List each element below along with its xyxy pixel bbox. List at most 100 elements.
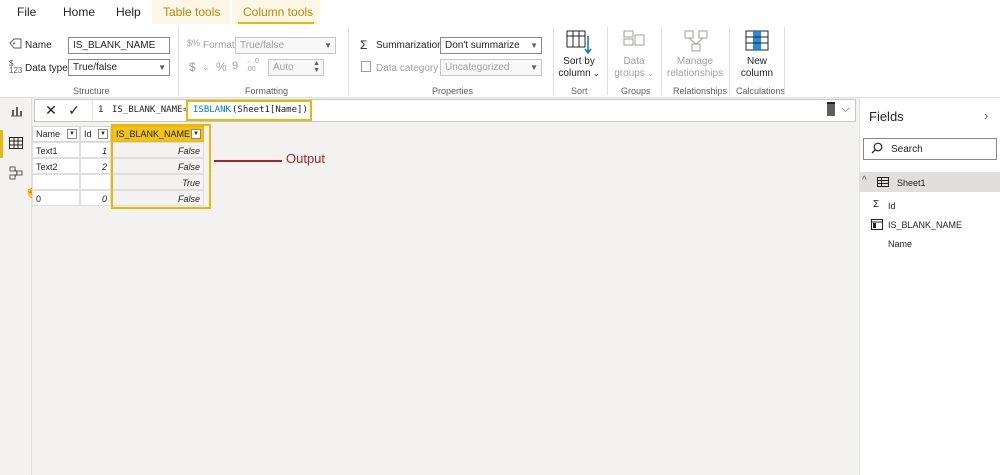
manage-relationships-icon[interactable] (684, 30, 708, 52)
report-view-icon[interactable] (10, 105, 23, 117)
collapse-pane-icon[interactable]: › (984, 108, 988, 123)
ribbon-separator (607, 27, 608, 95)
table-cell[interactable]: 0 (32, 190, 80, 206)
data-view-icon[interactable] (9, 137, 23, 149)
format-label: Format (203, 40, 235, 51)
column-header-name[interactable]: Name ▼ (32, 126, 80, 142)
column-header-id[interactable]: Id ▼ (80, 126, 111, 142)
calc-line2: column (740, 68, 774, 79)
spinner-icon: ▲ ▼ (313, 60, 320, 74)
comma-icon[interactable]: 9 (232, 60, 238, 72)
chevron-down-icon: ⌄ (590, 69, 600, 78)
fields-pane-title: Fields (869, 109, 904, 124)
ribbon-separator (729, 27, 730, 95)
format-select[interactable]: True/false ▼ (235, 37, 336, 54)
output-pointer-line (214, 160, 282, 162)
menu-table-tools[interactable]: Table tools (163, 5, 220, 19)
datatype-icon: $123 (9, 59, 23, 75)
menu-bar (0, 0, 1000, 24)
calc-line1: New (746, 56, 767, 67)
cancel-formula-icon[interactable]: ✕ (40, 102, 62, 120)
field-item-is-blank-name[interactable]: IS_BLANK_NAME (888, 220, 962, 230)
groups-group-label: Groups (621, 86, 651, 96)
formatting-group-label: Formatting (245, 86, 289, 96)
formula-highlight-box (186, 100, 312, 121)
datatype-label: Data type (25, 63, 68, 74)
sort-line1: Sort by (563, 56, 595, 67)
formula-column-name: IS_BLANK_NAME (112, 105, 183, 115)
datacategory-value: Uncategorized (445, 62, 510, 73)
fields-search-input[interactable]: Search (863, 138, 997, 160)
summarization-label: Summarization (376, 40, 443, 51)
ribbon-separator (553, 27, 554, 95)
decimal-places-input[interactable]: Auto ▲ ▼ (268, 59, 324, 76)
output-annotation-label: Output (286, 151, 326, 166)
currency-icon[interactable]: $ (189, 60, 196, 74)
new-column-icon[interactable] (745, 30, 769, 52)
table-cell[interactable]: Text1 (32, 142, 80, 158)
ribbon-separator (661, 27, 662, 95)
datatype-select[interactable]: True/false ▼ (68, 59, 170, 76)
tag-icon (9, 38, 22, 49)
table-cell[interactable]: 1 (80, 142, 111, 158)
sort-by-column-button[interactable]: Sort by column ⌄ (556, 56, 602, 80)
groups-line2: groups (614, 68, 645, 79)
ribbon-separator (178, 27, 179, 95)
chevron-down-icon: ▼ (530, 41, 538, 50)
field-item-name[interactable]: Name (888, 239, 912, 249)
relationships-line2: relationships (666, 68, 724, 79)
menu-help[interactable]: Help (116, 5, 141, 19)
manage-relationships-button[interactable]: Manage relationships (664, 56, 726, 80)
table-cell[interactable]: 2 (80, 158, 111, 174)
chevron-down-icon: ▼ (158, 63, 166, 72)
chevron-down-icon: ⌄ (644, 69, 654, 78)
view-switcher-rail (0, 98, 32, 475)
sort-line2: column (558, 68, 591, 79)
active-view-indicator (0, 130, 3, 158)
ribbon-separator (348, 27, 349, 95)
data-groups-button[interactable]: Data groups ⌄ (612, 56, 656, 80)
table-icon (877, 177, 889, 187)
header-label: Id (84, 129, 92, 139)
table-cell[interactable]: 0 (80, 190, 111, 206)
data-category-icon (361, 61, 371, 72)
decimal-icon[interactable]: ←.0.00 (246, 58, 259, 74)
table-cell[interactable] (80, 174, 111, 190)
menu-column-tools[interactable]: Column tools (243, 5, 313, 19)
properties-group-label: Properties (432, 86, 474, 96)
chevron-up-icon[interactable]: ^ (862, 175, 867, 186)
relationships-group-label: Relationships (673, 86, 728, 96)
table-cell[interactable]: Text2 (32, 158, 80, 174)
ribbon-separator (784, 27, 785, 95)
header-label: Name (36, 129, 61, 139)
name-label: Name (25, 40, 52, 51)
filter-dropdown-icon[interactable]: ▼ (98, 129, 108, 139)
sigma-icon: Σ (873, 199, 880, 210)
format-icon: $% (187, 38, 201, 48)
percent-icon[interactable]: % (216, 60, 227, 74)
structure-group-label: Structure (73, 86, 110, 96)
menu-file[interactable]: File (17, 5, 36, 19)
commit-formula-icon[interactable]: ✓ (63, 102, 85, 120)
sort-by-column-icon[interactable] (566, 30, 592, 54)
new-column-button[interactable]: New column (734, 56, 780, 80)
filter-dropdown-icon[interactable]: ▼ (67, 129, 77, 139)
output-highlight-box (111, 124, 211, 209)
field-item-id[interactable]: Id (888, 201, 896, 211)
chevron-down-icon: ▼ (324, 41, 332, 50)
chevron-down-icon[interactable]: ⌄ (202, 62, 210, 73)
data-groups-icon[interactable] (623, 30, 645, 52)
summarization-select[interactable]: Don't summarize ▼ (440, 37, 542, 54)
name-input[interactable]: IS_BLANK_NAME (68, 37, 170, 54)
search-icon (871, 142, 883, 154)
table-cell[interactable] (32, 174, 80, 190)
formula-divider (92, 100, 93, 121)
calculations-group-label: Calculations (736, 86, 786, 96)
datacategory-select[interactable]: Uncategorized ▼ (440, 59, 542, 76)
chevron-down-icon[interactable]: ⌵ (841, 101, 850, 116)
expand-formula-icon[interactable] (827, 102, 835, 116)
field-table-name: Sheet1 (897, 178, 926, 188)
model-view-icon[interactable] (9, 166, 23, 180)
menu-home[interactable]: Home (63, 5, 95, 19)
chevron-down-icon: ▼ (530, 63, 538, 72)
